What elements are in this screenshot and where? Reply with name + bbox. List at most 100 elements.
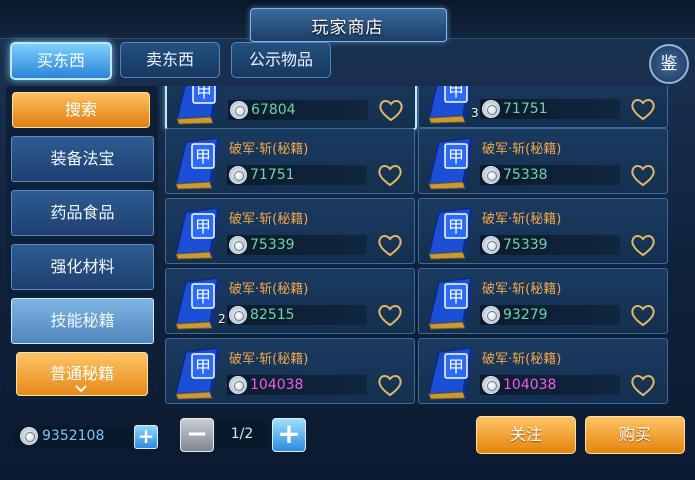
skill-book-icon: 甲 [425,134,479,190]
skill-book-icon: 甲 3 [425,86,479,124]
book-glyph: 甲 [195,287,211,306]
silver-coin-icon [482,376,500,394]
favorite-heart-icon[interactable] [629,304,657,328]
skill-book-icon: 甲 [172,204,226,260]
skill-book-icon: 甲 [172,134,226,190]
appraise-button[interactable]: 鉴 [649,44,689,84]
book-glyph: 甲 [195,357,211,376]
tab-public-items[interactable]: 公示物品 [231,42,331,78]
buy-button[interactable]: 购买 [585,416,685,454]
item-price: 71751 [503,101,548,117]
skill-book-icon: 甲 [172,344,226,400]
item-name: 破军·斩(秘籍) [229,212,309,227]
item-quantity: 2 [218,312,226,326]
favorite-heart-icon[interactable] [377,99,405,123]
silver-coin-icon [482,100,500,118]
silver-coin-icon [482,166,500,184]
tab-sell[interactable]: 卖东西 [120,42,220,78]
item-card[interactable]: 甲 破军·斩(秘籍) 75339 [165,198,415,264]
item-name: 破军·斩(秘籍) [229,352,309,367]
book-glyph: 甲 [448,217,464,236]
book-glyph: 甲 [195,217,211,236]
book-glyph: 甲 [196,86,212,101]
silver-coin-icon [229,306,247,324]
silver-coin-icon [229,166,247,184]
silver-coin-icon [482,236,500,254]
item-card[interactable]: 甲 破军·斩(秘籍) 71751 [165,128,415,194]
book-glyph: 甲 [195,147,211,166]
item-price-row: 75339 [480,235,620,255]
item-card[interactable]: 甲 3 71751 [418,86,668,128]
item-price-row: 82515 [227,305,367,325]
item-card[interactable]: 甲 破军·斩(秘籍) 75339 [418,198,668,264]
category-skill-books[interactable]: 技能秘籍 [11,298,154,344]
skill-book-icon: 甲 [425,274,479,330]
skill-book-icon: 甲 [173,86,227,125]
item-card[interactable]: 甲 破军·斩(秘籍) 75338 [418,128,668,194]
silver-amount: 9352108 [42,428,105,444]
prev-page-button[interactable]: − [180,418,214,452]
tab-buy[interactable]: 买东西 [10,42,112,80]
book-glyph: 甲 [448,357,464,376]
item-price: 71751 [250,167,295,183]
item-name: 破军·斩(秘籍) [482,352,562,367]
book-glyph: 甲 [448,86,464,100]
category-medicine-food[interactable]: 药品食品 [11,190,154,236]
item-card[interactable]: 甲 破军·斩(秘籍) 104038 [418,338,668,404]
item-price-row: 71751 [480,99,620,119]
follow-button[interactable]: 关注 [476,416,576,454]
window-title: 玩家商店 [311,18,384,38]
favorite-heart-icon[interactable] [376,374,404,398]
page-indicator: 1/2 [216,420,268,448]
item-price-row: 75339 [227,235,367,255]
favorite-heart-icon[interactable] [629,164,657,188]
item-price-row: 93279 [480,305,620,325]
item-card[interactable]: 甲 破军·斩(秘籍) 93279 [418,268,668,334]
favorite-heart-icon[interactable] [376,234,404,258]
book-glyph: 甲 [448,287,464,306]
favorite-heart-icon[interactable] [629,234,657,258]
skill-book-icon: 甲 [425,344,479,400]
item-price-row: 104038 [480,375,620,395]
item-name: 破军·斩(秘籍) [229,282,309,297]
category-sidebar [6,86,158,394]
add-silver-button[interactable]: + [134,425,158,449]
silver-coin-icon [229,236,247,254]
silver-coin-icon [230,101,248,119]
item-card[interactable]: 甲 破军·斩(秘籍) 104038 [165,338,415,404]
item-card[interactable]: 甲 2 破军·斩(秘籍) 82515 [165,268,415,334]
item-price: 93279 [503,307,548,323]
item-price-row: 75338 [480,165,620,185]
item-price: 75338 [503,167,548,183]
chevron-down-icon[interactable] [74,384,88,394]
item-quantity: 3 [471,106,479,120]
favorite-heart-icon[interactable] [376,164,404,188]
silver-coin-icon [229,376,247,394]
item-card[interactable]: 甲 67804 [165,86,417,130]
favorite-heart-icon[interactable] [629,98,657,122]
item-name: 破军·斩(秘籍) [482,212,562,227]
item-price: 67804 [251,102,296,118]
item-grid: 甲 67804 甲 3 71751 甲 破军·斩(秘籍) 71751 甲 破军·… [160,86,690,404]
item-price-row: 71751 [227,165,367,185]
item-price-row: 67804 [228,100,368,120]
item-price: 75339 [503,237,548,253]
silver-coin-icon [482,306,500,324]
item-price: 75339 [250,237,295,253]
item-name: 破军·斩(秘籍) [482,282,562,297]
next-page-button[interactable]: + [272,418,306,452]
item-price: 104038 [250,377,304,393]
item-price: 82515 [250,307,295,323]
item-name: 破军·斩(秘籍) [482,142,562,157]
item-name: 破军·斩(秘籍) [229,142,309,157]
skill-book-icon: 甲 [425,204,479,260]
item-price-row: 104038 [227,375,367,395]
category-enhance-material[interactable]: 强化材料 [11,244,154,290]
favorite-heart-icon[interactable] [629,374,657,398]
category-equipment[interactable]: 装备法宝 [11,136,154,182]
skill-book-icon: 甲 2 [172,274,226,330]
favorite-heart-icon[interactable] [376,304,404,328]
book-glyph: 甲 [448,147,464,166]
search-button[interactable]: 搜索 [12,92,150,128]
silver-coin-icon [20,427,38,445]
